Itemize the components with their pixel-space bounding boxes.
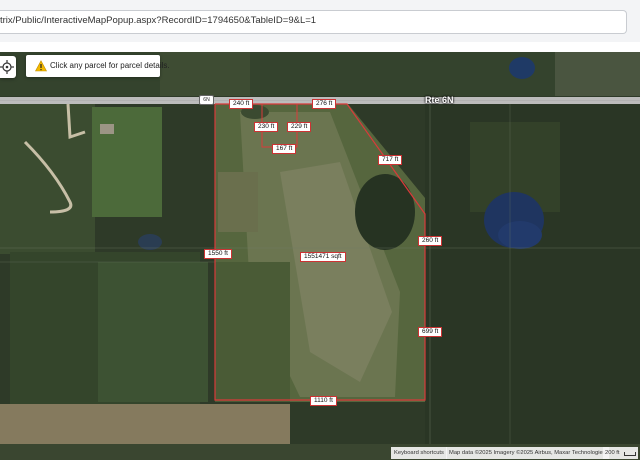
browser-address-bar: trix/Public/InteractiveMapPopup.aspx?Rec… — [0, 0, 640, 43]
parcel-area-label: 1551471 sqft — [300, 252, 346, 262]
dimension-label-bottom: 1110 ft — [310, 396, 337, 406]
warning-icon — [35, 60, 47, 72]
scale-bar — [624, 452, 636, 456]
url-field[interactable]: trix/Public/InteractiveMapPopup.aspx?Rec… — [0, 10, 627, 34]
divider — [0, 42, 640, 52]
dimension-label-inner-bottom: 167 ft — [272, 144, 297, 154]
scale-indicator[interactable]: 200 ft — [603, 447, 638, 459]
dimension-label-left-side: 1550 ft — [204, 249, 232, 259]
locate-button[interactable] — [0, 56, 16, 78]
road-label: Rte 6N — [425, 95, 454, 105]
dimension-label-top-right: 276 ft — [312, 99, 337, 109]
notice-text: Click any parcel for parcel details. — [50, 61, 170, 70]
satellite-map[interactable]: 6N Rte 6N 240 ft 276 ft 230 ft 229 ft 16… — [0, 52, 640, 460]
locate-crosshair-icon — [0, 60, 14, 74]
route-shield: 6N — [199, 95, 214, 105]
dimension-label-top-left: 240 ft — [229, 99, 254, 109]
url-text: trix/Public/InteractiveMapPopup.aspx?Rec… — [0, 15, 317, 26]
dimension-label-inner-right: 229 ft — [287, 122, 312, 132]
dimension-label-diagonal: 717 ft — [378, 155, 403, 165]
scale-text: 200 ft — [605, 450, 620, 456]
parcel-hint-notice: Click any parcel for parcel details. — [26, 55, 170, 77]
dimension-label-right-lower: 699 ft — [418, 327, 443, 337]
dimension-label-right-upper: 260 ft — [418, 236, 443, 246]
dimension-label-inner-left: 230 ft — [254, 122, 279, 132]
map-attribution: Map data ©2025 Imagery ©2025 Airbus, Max… — [446, 447, 609, 459]
keyboard-shortcuts-link[interactable]: Keyboard shortcuts — [391, 447, 447, 459]
